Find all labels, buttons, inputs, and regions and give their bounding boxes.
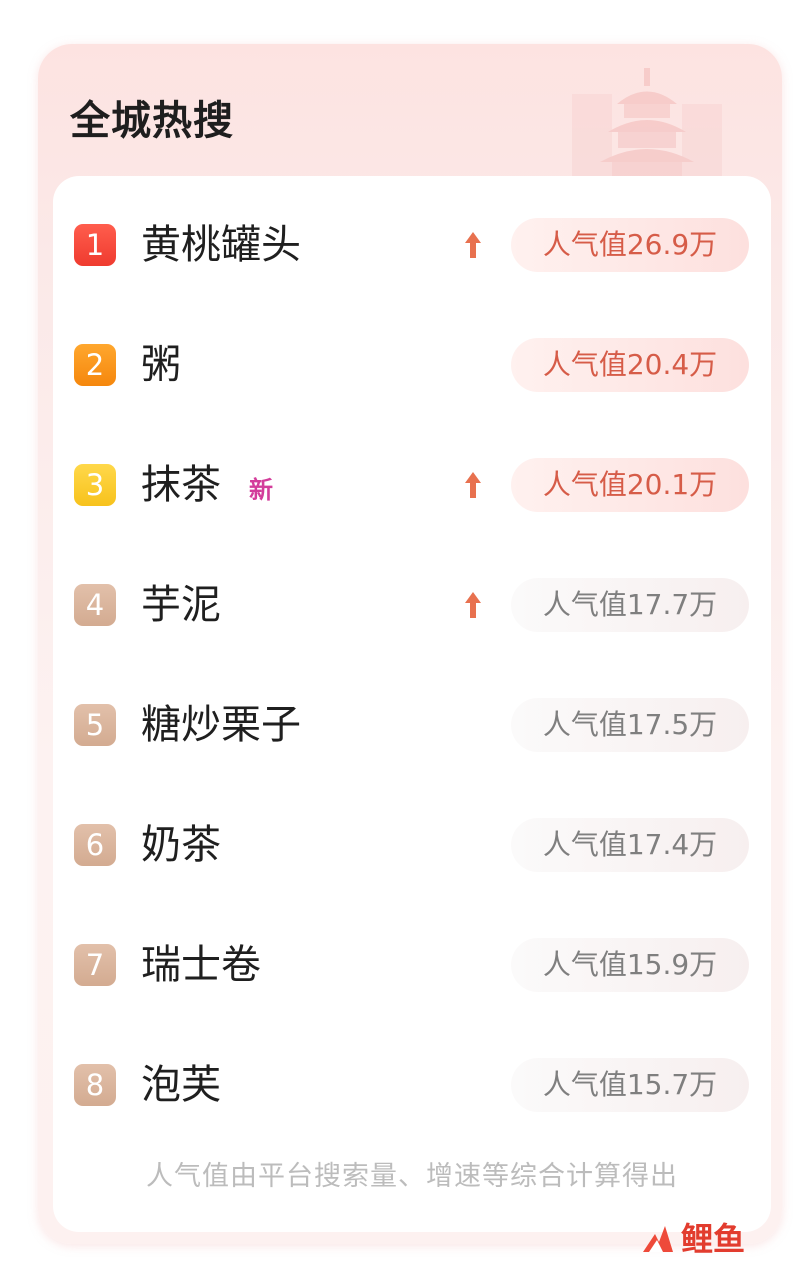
fire-logo-icon (643, 1226, 673, 1252)
list-item[interactable]: 8 泡芙 人气值15.7万 (53, 1046, 771, 1126)
hot-search-card: 全城热搜 1 黄桃罐头 人气值26.9万 2 粥 人气值20.4万 3 抹茶 新… (38, 44, 782, 1244)
rank-badge: 6 (74, 824, 116, 866)
list-item[interactable]: 6 奶茶 人气值17.4万 (53, 806, 771, 886)
watermark-logo: 鲤鱼 (643, 1220, 745, 1258)
rank-badge: 2 (74, 344, 116, 386)
heat-value: 人气值17.5万 (511, 698, 749, 752)
rank-badge: 1 (74, 224, 116, 266)
new-badge: 新 (249, 476, 273, 504)
hot-search-list: 1 黄桃罐头 人气值26.9万 2 粥 人气值20.4万 3 抹茶 新 人气值2… (53, 176, 771, 1232)
heat-value: 人气值17.7万 (511, 578, 749, 632)
search-term[interactable]: 瑞士卷 (141, 940, 261, 990)
page-title: 全城热搜 (70, 98, 234, 144)
heat-value: 人气值26.9万 (511, 218, 749, 272)
search-term[interactable]: 抹茶 (141, 460, 221, 510)
search-term[interactable]: 奶茶 (141, 820, 221, 870)
footnote: 人气值由平台搜索量、增速等综合计算得出 (146, 1161, 678, 1192)
rank-badge: 5 (74, 704, 116, 746)
heat-value: 人气值15.7万 (511, 1058, 749, 1112)
search-term[interactable]: 粥 (141, 340, 181, 390)
search-term[interactable]: 黄桃罐头 (141, 220, 301, 270)
watermark-text: 鲤鱼 (681, 1220, 745, 1258)
arrow-up-icon (465, 592, 481, 618)
heat-value: 人气值20.4万 (511, 338, 749, 392)
list-item[interactable]: 3 抹茶 新 人气值20.1万 (53, 446, 771, 526)
list-item[interactable]: 5 糖炒栗子 人气值17.5万 (53, 686, 771, 766)
search-term[interactable]: 泡芙 (141, 1060, 221, 1110)
rank-badge: 4 (74, 584, 116, 626)
list-item[interactable]: 1 黄桃罐头 人气值26.9万 (53, 206, 771, 286)
list-item[interactable]: 7 瑞士卷 人气值15.9万 (53, 926, 771, 1006)
arrow-up-icon (465, 232, 481, 258)
arrow-up-icon (465, 472, 481, 498)
rank-badge: 7 (74, 944, 116, 986)
list-item[interactable]: 4 芋泥 人气值17.7万 (53, 566, 771, 646)
list-item[interactable]: 2 粥 人气值20.4万 (53, 326, 771, 406)
search-term[interactable]: 糖炒栗子 (141, 700, 301, 750)
rank-badge: 3 (74, 464, 116, 506)
rank-badge: 8 (74, 1064, 116, 1106)
heat-value: 人气值17.4万 (511, 818, 749, 872)
heat-value: 人气值15.9万 (511, 938, 749, 992)
search-term[interactable]: 芋泥 (141, 580, 221, 630)
heat-value: 人气值20.1万 (511, 458, 749, 512)
